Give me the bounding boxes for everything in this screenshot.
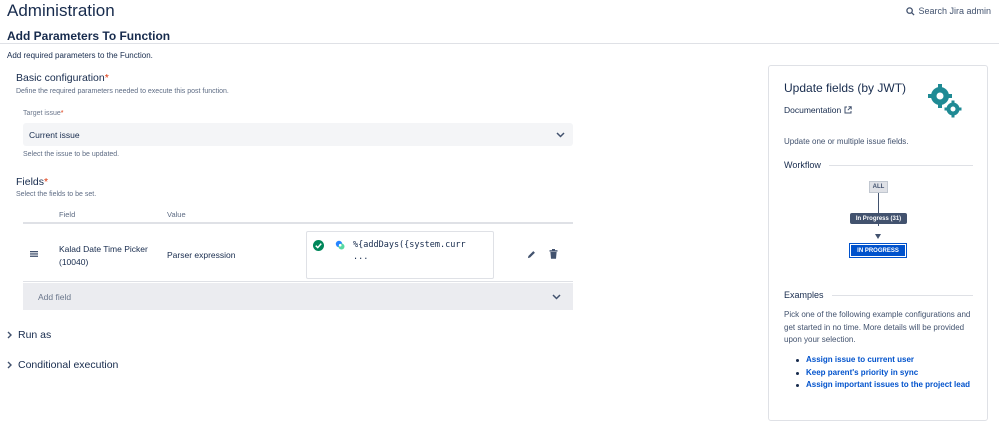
chevron-right-icon	[7, 331, 12, 339]
documentation-link[interactable]: Documentation	[784, 105, 852, 115]
field-name-cell: Kalad Date Time Picker (10040)	[59, 243, 148, 268]
check-circle-icon	[313, 240, 324, 251]
examples-heading: Examples	[784, 290, 973, 300]
column-header-value: Value	[167, 210, 186, 219]
search-admin-link[interactable]: Search Jira admin	[906, 6, 991, 16]
workflow-arrow-head	[875, 234, 881, 239]
expression-text: %{addDays({system.curr	[353, 240, 466, 250]
conditional-execution-label: Conditional execution	[18, 359, 119, 371]
chevron-down-icon	[556, 131, 565, 138]
workflow-divider	[828, 164, 973, 166]
external-link-icon	[844, 106, 852, 114]
target-issue-label: Target issue*	[23, 110, 64, 117]
expression-more: ...	[353, 252, 369, 262]
gears-icon	[928, 84, 962, 118]
workflow-title: Workflow	[784, 160, 821, 170]
target-issue-select[interactable]: Current issue	[23, 123, 573, 146]
drag-handle-icon[interactable]	[30, 251, 38, 257]
field-id: (10040)	[59, 256, 89, 267]
expression-box[interactable]: %{addDays({system.curr ...	[306, 231, 494, 279]
documentation-label: Documentation	[784, 105, 842, 115]
example-link[interactable]: Assign issue to current user	[794, 354, 974, 367]
header-divider	[0, 43, 999, 44]
search-icon	[906, 6, 915, 16]
add-field-select[interactable]: Add field	[23, 283, 573, 310]
workflow-transition: In Progress (31)	[850, 213, 907, 224]
fields-description: Select the fields to be set.	[16, 191, 97, 198]
parser-icon	[335, 240, 345, 250]
run-as-label: Run as	[18, 329, 52, 341]
basic-config-title: Basic configuration*	[16, 72, 109, 84]
target-issue-help: Select the issue to be updated.	[23, 151, 120, 158]
examples-title: Examples	[784, 290, 824, 300]
search-label: Search Jira admin	[918, 6, 991, 16]
value-type: Parser expression	[167, 250, 236, 260]
row-divider	[23, 281, 573, 282]
conditional-execution-toggle[interactable]: Conditional execution	[7, 359, 118, 371]
chevron-right-icon	[7, 361, 12, 369]
example-link[interactable]: Keep parent's priority in sync	[794, 367, 974, 380]
fields-title: Fields*	[16, 176, 49, 188]
target-issue-value: Current issue	[29, 129, 80, 140]
add-field-placeholder: Add field	[38, 291, 72, 302]
workflow-heading: Workflow	[784, 160, 973, 170]
basic-config-description: Define the required parameters needed to…	[16, 88, 229, 95]
run-as-toggle[interactable]: Run as	[7, 329, 51, 341]
function-info-panel: Update fields (by JWT) Documentation Upd…	[768, 65, 988, 421]
examples-list: Assign issue to current user Keep parent…	[794, 354, 974, 392]
panel-description: Update one or multiple issue fields.	[784, 137, 909, 146]
examples-divider	[831, 294, 973, 296]
pencil-icon[interactable]	[527, 250, 536, 259]
panel-title: Update fields (by JWT)	[784, 81, 907, 95]
workflow-status-all: ALL	[869, 181, 888, 193]
workflow-status-in-progress: IN PROGRESS	[849, 243, 907, 258]
field-name: Kalad Date Time Picker	[59, 244, 148, 254]
page-title: Administration	[7, 1, 115, 20]
examples-description: Pick one of the following example config…	[784, 310, 971, 344]
example-link[interactable]: Assign important issues to the project l…	[794, 379, 974, 392]
trash-icon[interactable]	[549, 249, 558, 259]
column-header-field: Field	[59, 210, 76, 219]
page-description: Add required parameters to the Function.	[7, 51, 153, 60]
chevron-down-icon	[552, 293, 561, 300]
table-header-divider	[23, 222, 573, 224]
section-heading: Add Parameters To Function	[7, 29, 171, 43]
